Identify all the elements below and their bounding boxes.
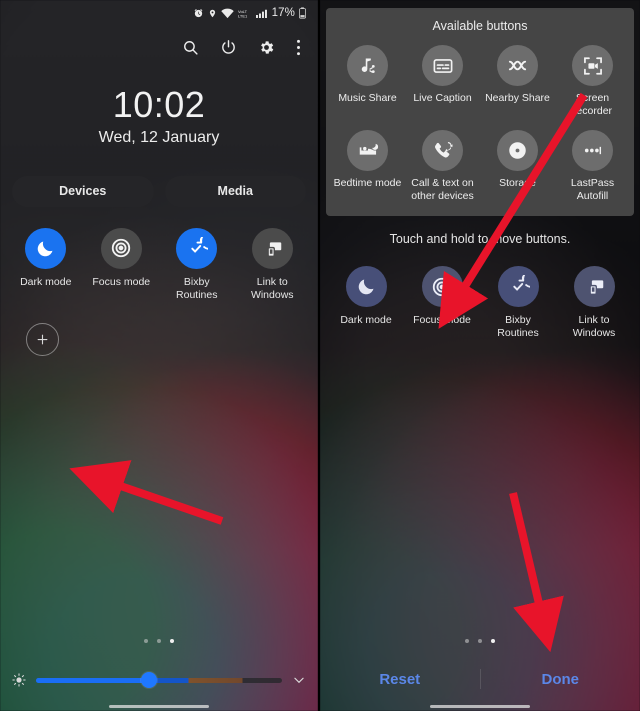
search-icon[interactable] <box>182 39 199 56</box>
chevron-down-icon[interactable] <box>292 673 306 687</box>
home-indicator <box>430 705 530 708</box>
quick-toggle-grid-edit: Dark mode Focus mode Bixby Routines Link… <box>320 246 640 340</box>
alarm-icon <box>193 8 204 19</box>
toggle-focus-mode[interactable]: Focus mode <box>84 227 160 302</box>
available-buttons-sheet: Available buttons Music Share Live Capti… <box>326 8 634 217</box>
brightness-slider-row <box>0 672 318 688</box>
bedtime-icon <box>347 130 388 172</box>
call-text-icon <box>422 130 463 172</box>
toggle-label: Link to Windows <box>250 275 294 301</box>
available-button-call-text-other-devices[interactable]: Call & text on other devices <box>405 130 480 202</box>
toggle-link-to-windows[interactable]: Link to Windows <box>235 227 311 302</box>
available-button-lastpass-autofill[interactable]: LastPass Autofill <box>555 130 630 202</box>
available-buttons-grid: Music Share Live Caption Nearby Share Sc… <box>330 45 630 202</box>
available-button-bedtime-mode[interactable]: Bedtime mode <box>330 130 405 202</box>
screen-recorder-icon <box>572 45 613 86</box>
available-buttons-title: Available buttons <box>432 19 528 33</box>
devices-button[interactable]: Devices <box>12 175 154 207</box>
available-button-screen-recorder[interactable]: Screen recorder <box>555 45 630 117</box>
toggle-label: Dark mode <box>340 314 392 327</box>
quick-toggle-grid: Dark mode Focus mode Bixby Routines Link… <box>0 207 318 302</box>
battery-icon <box>299 7 306 19</box>
target-icon <box>421 266 463 308</box>
available-button-label: Nearby Share <box>485 92 550 104</box>
brightness-icon <box>12 673 26 687</box>
more-options-icon[interactable] <box>296 39 301 56</box>
edit-buttons-panel: Available buttons Music Share Live Capti… <box>320 0 640 711</box>
page-dot <box>144 639 148 643</box>
home-indicator <box>109 705 209 708</box>
page-dot <box>157 639 161 643</box>
page-indicator <box>320 639 640 643</box>
toggle-label: Link to Windows <box>572 314 616 340</box>
add-button-row <box>0 301 318 357</box>
available-button-live-caption[interactable]: Live Caption <box>405 45 480 117</box>
available-button-label: LastPass Autofill <box>570 177 615 202</box>
toggle-focus-mode[interactable]: Focus mode <box>404 266 480 340</box>
quick-settings-header-icons <box>0 26 318 60</box>
available-button-music-share[interactable]: Music Share <box>330 45 405 117</box>
lockscreen-clock: 10:02 Wed, 12 January <box>0 60 318 147</box>
quick-settings-panel: VoLT LTE1 17% 10:02 Wed, 12 January Devi… <box>0 0 320 711</box>
toggle-label: Bixby Routines <box>176 275 218 301</box>
toggle-label: Bixby Routines <box>497 314 539 340</box>
available-button-label: Screen recorder <box>572 92 613 117</box>
available-button-label: Bedtime mode <box>333 177 402 190</box>
page-dot <box>465 639 469 643</box>
location-icon <box>208 8 217 19</box>
available-button-label: Music Share <box>338 92 397 104</box>
available-button-label: Storage <box>499 177 536 190</box>
toggle-dark-mode[interactable]: Dark mode <box>328 266 404 340</box>
volte-icon: VoLT LTE1 <box>238 8 252 19</box>
nearby-share-icon <box>497 45 538 86</box>
check-circle-icon <box>497 266 539 308</box>
page-indicator <box>0 639 318 643</box>
lastpass-icon <box>572 130 613 172</box>
status-bar: VoLT LTE1 17% <box>0 0 318 26</box>
check-circle-icon <box>176 227 218 269</box>
reset-button[interactable]: Reset <box>320 671 480 688</box>
media-button[interactable]: Media <box>164 175 306 207</box>
brightness-track[interactable] <box>36 672 282 688</box>
available-button-label: Live Caption <box>413 92 472 104</box>
music-share-icon <box>347 45 388 86</box>
toggle-bixby-routines[interactable]: Bixby Routines <box>159 227 235 302</box>
brightness-thumb[interactable] <box>141 672 158 688</box>
page-dot-active <box>170 639 174 643</box>
target-icon <box>100 227 142 269</box>
link-windows-icon <box>573 266 615 308</box>
signal-icon <box>255 8 268 19</box>
available-button-nearby-share[interactable]: Nearby Share <box>480 45 555 117</box>
screenshot-root: VoLT LTE1 17% 10:02 Wed, 12 January Devi… <box>0 0 640 711</box>
toggle-label: Dark mode <box>20 275 72 288</box>
done-button[interactable]: Done <box>481 671 640 688</box>
link-windows-icon <box>251 227 293 269</box>
settings-gear-icon[interactable] <box>258 39 275 56</box>
moon-icon <box>25 227 67 269</box>
edit-actions-row: Reset Done <box>320 669 640 689</box>
page-dot-active <box>491 639 495 643</box>
page-dot <box>478 639 482 643</box>
wifi-icon <box>220 8 234 19</box>
devices-media-row: Devices Media <box>0 147 318 207</box>
toggle-bixby-routines[interactable]: Bixby Routines <box>480 266 556 340</box>
toggle-label: Focus mode <box>413 314 471 327</box>
storage-icon <box>497 130 538 172</box>
add-button[interactable] <box>26 323 59 357</box>
live-caption-icon <box>422 45 463 86</box>
toggle-label: Focus mode <box>92 275 151 288</box>
available-button-label: Call & text on other devices <box>411 177 474 202</box>
svg-text:LTE1: LTE1 <box>238 13 248 18</box>
move-buttons-hint: Touch and hold to move buttons. <box>389 232 571 247</box>
toggle-dark-mode[interactable]: Dark mode <box>8 227 84 302</box>
clock-time: 10:02 <box>112 84 206 125</box>
power-icon[interactable] <box>220 39 237 56</box>
toggle-link-to-windows[interactable]: Link to Windows <box>556 266 632 340</box>
moon-icon <box>345 266 387 308</box>
available-button-storage[interactable]: Storage <box>480 130 555 202</box>
battery-percent-label: 17% <box>271 7 295 19</box>
clock-date: Wed, 12 January <box>98 128 220 146</box>
